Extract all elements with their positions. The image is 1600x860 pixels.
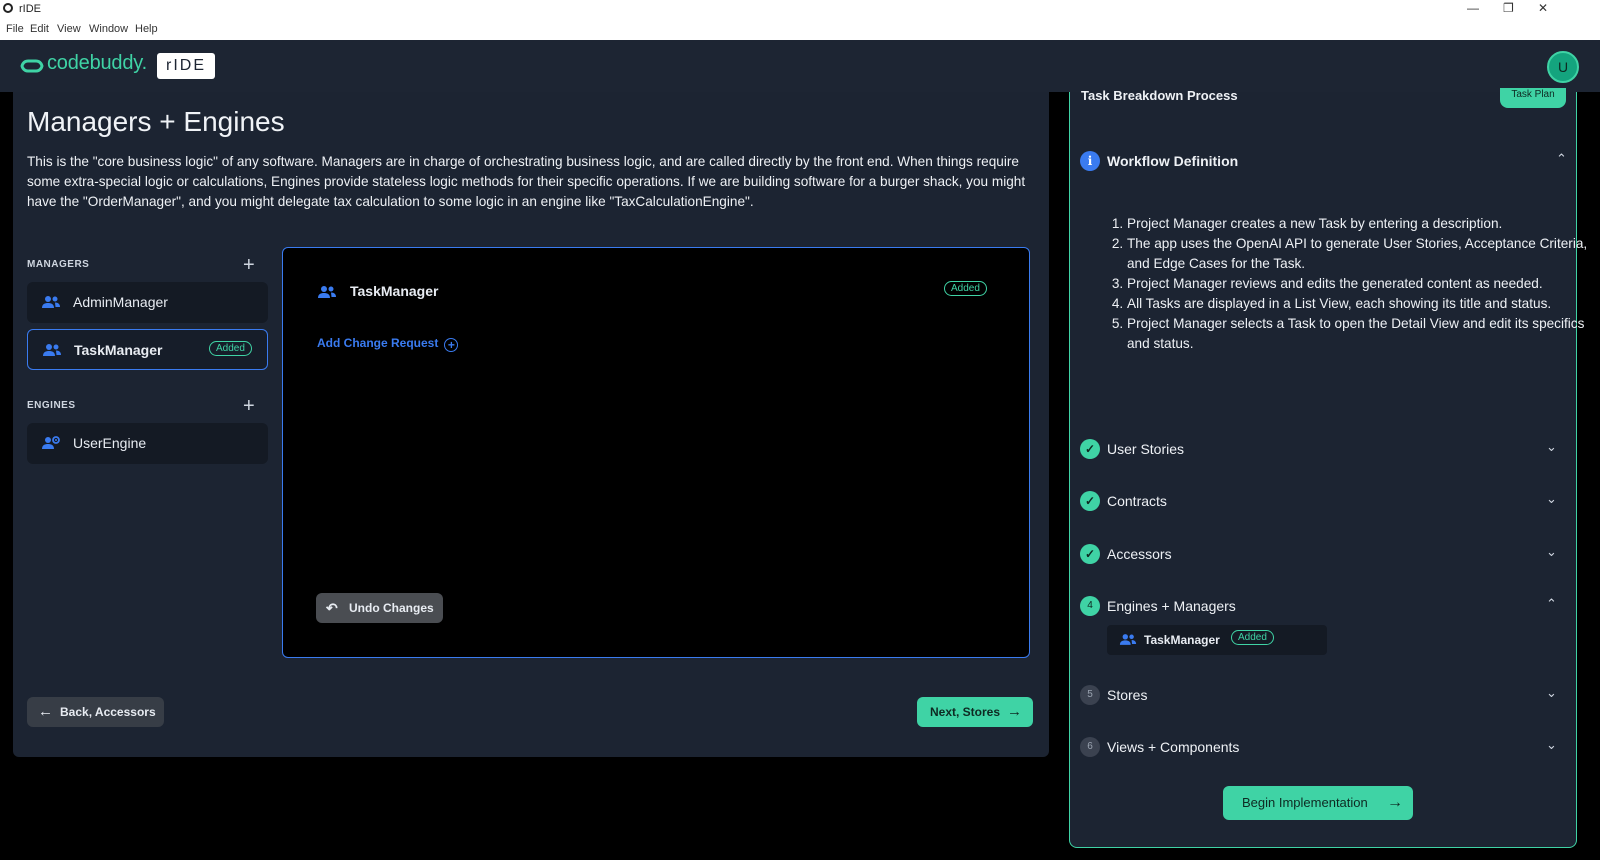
menu-view[interactable]: View bbox=[57, 23, 81, 35]
users-icon bbox=[42, 296, 60, 308]
added-badge: Added bbox=[209, 341, 252, 356]
codebuddy-logo-icon bbox=[20, 59, 44, 73]
section-accessors[interactable]: ✓ Accessors ⌄ bbox=[1080, 542, 1560, 566]
manager-item-label: TaskManager bbox=[74, 342, 163, 358]
user-gear-icon bbox=[42, 436, 60, 449]
menu-file[interactable]: File bbox=[6, 23, 24, 35]
engines-managers-item[interactable]: TaskManager Added bbox=[1107, 625, 1327, 655]
add-change-request-link[interactable]: Add Change Request + bbox=[317, 336, 459, 352]
check-icon: ✓ bbox=[1080, 491, 1100, 511]
detail-component-name: TaskManager bbox=[350, 283, 439, 299]
menu-bar: File Edit View Window Help bbox=[0, 18, 1600, 40]
manager-item-label: AdminManager bbox=[73, 294, 168, 310]
app-icon bbox=[3, 3, 13, 13]
task-plan-tab[interactable]: Task Plan bbox=[1500, 88, 1566, 108]
engine-item-user[interactable]: UserEngine bbox=[27, 423, 268, 464]
info-icon: i bbox=[1080, 151, 1100, 171]
main-panel: Managers + Engines This is the "core bus… bbox=[13, 92, 1049, 757]
chevron-down-icon: ⌄ bbox=[1546, 439, 1557, 454]
section-label: Views + Components bbox=[1107, 739, 1240, 755]
undo-icon: ↶ bbox=[326, 600, 338, 616]
user-avatar[interactable]: U bbox=[1547, 51, 1579, 83]
engines-managers-item-name: TaskManager bbox=[1144, 633, 1220, 647]
section-engines-managers[interactable]: 4 Engines + Managers ⌃ bbox=[1080, 594, 1560, 618]
chevron-down-icon: ⌄ bbox=[1546, 544, 1557, 559]
users-icon bbox=[43, 344, 61, 356]
arrow-left-icon: ← bbox=[38, 703, 53, 720]
workflow-steps-list: Project Manager creates a new Task by en… bbox=[1087, 214, 1597, 354]
task-breakdown-panel: Task Breakdown Process Task Plan i Workf… bbox=[1069, 88, 1587, 848]
add-engine-button[interactable]: + bbox=[243, 395, 255, 418]
chevron-down-icon: ⌄ bbox=[1546, 737, 1557, 752]
chevron-down-icon: ⌄ bbox=[1546, 491, 1557, 506]
menu-window[interactable]: Window bbox=[89, 23, 128, 35]
arrow-right-icon: → bbox=[1387, 794, 1403, 811]
back-button-label: Back, Accessors bbox=[60, 705, 156, 719]
step-number-badge: 4 bbox=[1080, 596, 1100, 616]
step-number-badge: 6 bbox=[1080, 737, 1100, 757]
section-user-stories[interactable]: ✓ User Stories ⌄ bbox=[1080, 437, 1560, 461]
section-stores[interactable]: 5 Stores ⌄ bbox=[1080, 683, 1560, 707]
check-icon: ✓ bbox=[1080, 439, 1100, 459]
added-badge: Added bbox=[1231, 630, 1274, 645]
workflow-step: Project Manager creates a new Task by en… bbox=[1127, 214, 1597, 234]
section-label: Stores bbox=[1107, 687, 1148, 703]
product-badge: rIDE bbox=[157, 53, 215, 79]
workflow-step: Project Manager reviews and edits the ge… bbox=[1127, 274, 1597, 294]
engines-section-label: ENGINES bbox=[27, 400, 76, 411]
close-button[interactable]: ✕ bbox=[1538, 1, 1548, 15]
window-titlebar: rIDE — ❐ ✕ bbox=[0, 0, 1600, 18]
add-change-request-label: Add Change Request bbox=[317, 336, 439, 350]
chevron-up-icon: ⌃ bbox=[1546, 596, 1557, 611]
section-label: User Stories bbox=[1107, 441, 1185, 457]
arrow-right-icon: → bbox=[1007, 703, 1022, 720]
check-icon: ✓ bbox=[1080, 544, 1100, 564]
step-number-badge: 5 bbox=[1080, 685, 1100, 705]
added-badge: Added bbox=[944, 281, 987, 296]
chevron-up-icon: ⌃ bbox=[1556, 151, 1567, 166]
begin-implementation-label: Begin Implementation bbox=[1242, 795, 1368, 810]
workflow-step: Project Manager selects a Task to open t… bbox=[1127, 314, 1597, 354]
section-views-components[interactable]: 6 Views + Components ⌄ bbox=[1080, 735, 1560, 759]
engine-item-label: UserEngine bbox=[73, 435, 147, 451]
add-manager-button[interactable]: + bbox=[243, 254, 255, 277]
menu-help[interactable]: Help bbox=[135, 23, 158, 35]
back-button[interactable]: ← Back, Accessors bbox=[27, 697, 164, 727]
workflow-definition-header[interactable]: i Workflow Definition ⌃ bbox=[1080, 149, 1567, 173]
undo-changes-button[interactable]: ↶ Undo Changes bbox=[316, 593, 443, 623]
begin-implementation-button[interactable]: Begin Implementation → bbox=[1223, 786, 1413, 820]
menu-edit[interactable]: Edit bbox=[30, 23, 49, 35]
plus-circle-icon: + bbox=[444, 338, 459, 352]
users-icon bbox=[1119, 634, 1137, 645]
workflow-step: All Tasks are displayed in a List View, … bbox=[1127, 294, 1597, 314]
section-label: Engines + Managers bbox=[1107, 598, 1236, 614]
users-icon bbox=[318, 286, 336, 298]
next-button[interactable]: Next, Stores → bbox=[917, 697, 1033, 727]
chevron-down-icon: ⌄ bbox=[1546, 685, 1557, 700]
section-contracts[interactable]: ✓ Contracts ⌄ bbox=[1080, 489, 1560, 513]
intro-text: This is the "core business logic" of any… bbox=[27, 154, 1026, 209]
logo-text: codebuddy. bbox=[47, 52, 147, 74]
section-label: Contracts bbox=[1107, 493, 1167, 509]
manager-item-admin[interactable]: AdminManager bbox=[27, 282, 268, 323]
page-title: Managers + Engines bbox=[27, 106, 285, 137]
manager-item-task[interactable]: TaskManager Added bbox=[27, 329, 268, 370]
workflow-definition-title: Workflow Definition bbox=[1107, 153, 1239, 169]
app-header: codebuddy. rIDE bbox=[0, 40, 1600, 92]
restore-button[interactable]: ❐ bbox=[1503, 1, 1514, 15]
task-breakdown-heading: Task Breakdown Process bbox=[1081, 88, 1238, 103]
managers-section-label: MANAGERS bbox=[27, 259, 90, 270]
section-label: Accessors bbox=[1107, 546, 1172, 562]
minimize-button[interactable]: — bbox=[1467, 1, 1479, 15]
workflow-step: The app uses the OpenAI API to generate … bbox=[1127, 234, 1597, 274]
next-button-label: Next, Stores bbox=[930, 705, 1001, 719]
window-title: rIDE bbox=[19, 3, 41, 15]
undo-changes-label: Undo Changes bbox=[349, 601, 434, 615]
component-detail-panel: TaskManager Added Add Change Request + ↶ … bbox=[282, 247, 1030, 658]
